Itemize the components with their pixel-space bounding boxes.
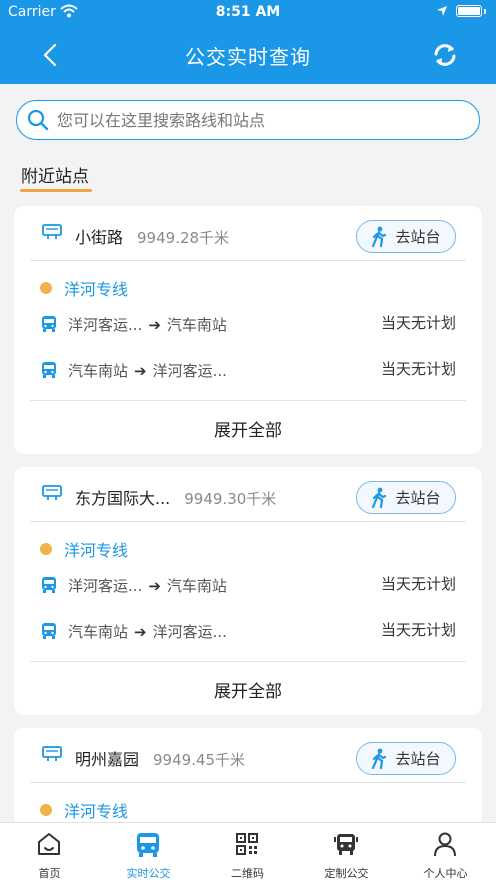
stop-header: 明州嘉园 9949.45千米 去站台: [14, 728, 482, 784]
line-item[interactable]: 洋河专线: [40, 276, 128, 300]
line-item[interactable]: 洋河专线: [40, 537, 128, 561]
tab-label: 二维码: [231, 867, 264, 880]
tab-home[interactable]: 首页: [0, 823, 99, 882]
direction-from: 洋河客运...: [68, 577, 143, 595]
plan-status: 当天无计划: [380, 575, 456, 593]
tab-profile[interactable]: 个人中心: [396, 823, 495, 882]
direction-from: 汽车南站: [68, 623, 129, 641]
tab-bar: 首页 实时公交 二维码 定制公交 个人中心: [0, 822, 496, 882]
page-title: 公交实时查询: [185, 45, 311, 69]
battery-icon: [456, 5, 482, 17]
direction-row[interactable]: 洋河客运... ➔ 汽车南站 当天无计划: [40, 312, 460, 336]
expand-all-button[interactable]: 展开全部: [14, 416, 482, 441]
direction-from: 洋河客运...: [68, 316, 143, 334]
stop-distance: 9949.30千米: [184, 490, 277, 508]
walking-icon: [372, 748, 387, 769]
tab-label: 首页: [38, 867, 61, 880]
tab-label: 个人中心: [423, 867, 468, 880]
home-icon: [38, 833, 60, 855]
tab-label: 定制公交: [324, 867, 369, 880]
direction-to: 汽车南站: [166, 316, 227, 334]
search-icon: [27, 109, 49, 131]
go-to-stop-button[interactable]: 去站台: [356, 220, 456, 253]
stop-name: 小街路: [75, 228, 124, 247]
custom-bus-icon: [334, 834, 358, 855]
line-name: 洋河专线: [64, 280, 129, 299]
arrow-right-icon: ➔: [134, 623, 147, 641]
line-item[interactable]: 洋河专线: [40, 798, 128, 822]
line-dot: [40, 282, 52, 294]
tab-realtime-bus[interactable]: 实时公交: [99, 823, 198, 882]
direction-to: 洋河客运...: [152, 362, 227, 380]
stop-name: 明州嘉园: [75, 750, 140, 769]
line-name: 洋河专线: [64, 541, 129, 560]
direction-to: 汽车南站: [166, 577, 227, 595]
go-to-stop-label: 去站台: [395, 489, 441, 507]
stop-header: 小街路 9949.28千米 去站台: [14, 206, 482, 262]
go-to-stop-label: 去站台: [395, 750, 441, 768]
walking-icon: [372, 487, 387, 508]
status-bar: Carrier 8:51 AM: [0, 0, 496, 26]
stop-card: 东方国际大... 9949.30千米 去站台 洋河专线 洋河客运... ➔ 汽车南站 …: [14, 467, 482, 715]
line-dot: [40, 543, 52, 555]
plan-status: 当天无计划: [380, 360, 456, 378]
line-dot: [40, 804, 52, 816]
divider: [30, 782, 466, 783]
go-to-stop-label: 去站台: [395, 228, 441, 246]
section-title: 附近站点: [21, 167, 89, 187]
bus-icon: [42, 577, 56, 593]
go-to-stop-button[interactable]: 去站台: [356, 481, 456, 514]
bus-icon: [137, 833, 159, 857]
expand-all-button[interactable]: 展开全部: [14, 677, 482, 702]
search-bar[interactable]: [16, 100, 480, 140]
status-time: 8:51 AM: [215, 4, 281, 20]
stop-sign-icon: [42, 485, 62, 500]
walking-icon: [372, 226, 387, 247]
stop-card: 明州嘉园 9949.45千米 去站台 洋河专线: [14, 728, 482, 828]
divider: [30, 521, 466, 522]
divider: [30, 661, 466, 662]
tab-custom-bus[interactable]: 定制公交: [297, 823, 396, 882]
stop-name: 东方国际大...: [75, 489, 171, 508]
arrow-right-icon: ➔: [134, 362, 147, 380]
direction-from: 汽车南站: [68, 362, 129, 380]
arrow-right-icon: ➔: [148, 577, 161, 595]
bus-icon: [42, 316, 56, 332]
tab-label: 实时公交: [126, 867, 171, 880]
person-icon: [434, 832, 456, 857]
stop-header: 东方国际大... 9949.30千米 去站台: [14, 467, 482, 523]
refresh-icon[interactable]: [430, 40, 460, 70]
direction-row[interactable]: 汽车南站 ➔ 洋河客运... 当天无计划: [40, 358, 460, 382]
stop-card: 小街路 9949.28千米 去站台 洋河专线 洋河客运... ➔ 汽车南站 当天无计划: [14, 206, 482, 454]
bus-icon: [42, 623, 56, 639]
location-arrow-icon: [437, 6, 447, 16]
divider: [30, 400, 466, 401]
search-input[interactable]: [57, 110, 437, 130]
nav-bar: 公交实时查询: [0, 30, 496, 80]
direction-row[interactable]: 洋河客运... ➔ 汽车南站 当天无计划: [40, 573, 460, 597]
stop-distance: 9949.28千米: [137, 229, 230, 247]
line-name: 洋河专线: [64, 802, 129, 821]
stop-sign-icon: [42, 224, 62, 239]
direction-to: 洋河客运...: [152, 623, 227, 641]
arrow-right-icon: ➔: [148, 316, 161, 334]
stop-sign-icon: [42, 746, 62, 761]
direction-row[interactable]: 汽车南站 ➔ 洋河客运... 当天无计划: [40, 619, 460, 643]
tab-qr-code[interactable]: 二维码: [198, 823, 297, 882]
qr-code-icon: [236, 833, 258, 855]
battery-tip: [484, 8, 486, 14]
stop-distance: 9949.45千米: [153, 751, 246, 769]
section-underline: [20, 189, 92, 192]
go-to-stop-button[interactable]: 去站台: [356, 742, 456, 775]
bus-icon: [42, 362, 56, 378]
app-header: Carrier 8:51 AM 公交实时查询: [0, 0, 496, 84]
plan-status: 当天无计划: [380, 314, 456, 332]
divider: [30, 260, 466, 261]
plan-status: 当天无计划: [380, 621, 456, 639]
